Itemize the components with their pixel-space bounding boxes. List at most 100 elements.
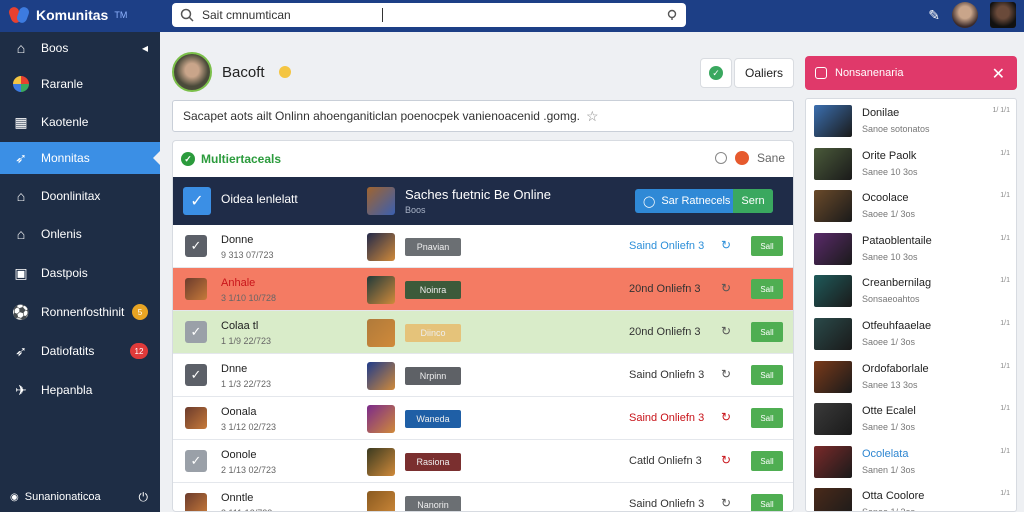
game-tag[interactable]: Nanorin	[405, 496, 461, 511]
friend-list-item[interactable]: Orite Paolk Sanee 10 3os 1/1	[806, 142, 1016, 185]
sidebar-item-datiofatits[interactable]: ➶ Datiofatits 12	[0, 335, 160, 367]
sidebar-footer[interactable]: ◉ Sunanionaticoa ⏻	[0, 482, 160, 512]
table-row[interactable]: ✓ Dnne 1 1/3 22/723 Nrpinn Saind Onliefn 3 ↻ S…	[173, 354, 793, 397]
friend-avatar[interactable]	[814, 190, 852, 223]
status-input[interactable]: Sacapet aots ailt Onlinn ahoenganiticlan…	[172, 100, 794, 132]
sidebar-item-boos[interactable]: ⌂ Boos ◂	[0, 32, 160, 64]
search-bar[interactable]	[172, 3, 686, 27]
row-action-button[interactable]: Sall	[751, 494, 783, 511]
alert-icon[interactable]	[734, 151, 749, 165]
sidebar-item-hepanbla[interactable]: ✈ Hepanbla	[0, 374, 160, 406]
game-thumbnail[interactable]	[367, 362, 395, 390]
friend-list-item[interactable]: Ocolelata Sanen 1/ 3os 1/1	[806, 440, 1016, 483]
alert-banner[interactable]: Nonsanenaria ✕	[805, 56, 1017, 90]
confirm-button[interactable]: ✓	[700, 58, 732, 88]
search-input[interactable]	[202, 8, 658, 22]
friend-status: Sanee 10 3os	[862, 251, 918, 262]
sidebar-item-kaotenle[interactable]: ▦ Kaotenle	[0, 106, 160, 138]
game-thumbnail[interactable]	[367, 319, 395, 347]
table-row[interactable]: Oonala 3 1/12 02/723 Waneda Saind Onliefn 3…	[173, 397, 793, 440]
select-all-checkbox[interactable]: ✓	[183, 187, 211, 215]
row-action-button[interactable]: Sall	[751, 451, 783, 471]
friend-avatar[interactable]	[814, 318, 852, 350]
table-row[interactable]: Onntle 3 111 12/723 Nanorin Saind Onliefn 3…	[173, 483, 793, 511]
row-checkbox[interactable]: ✓	[185, 364, 207, 386]
friend-list-item[interactable]: Pataoblentaile Sanee 10 3os 1/1	[806, 227, 1016, 270]
others-button[interactable]: Oaliers	[734, 58, 794, 88]
table-row[interactable]: ✓ Colaa tl 1 1/9 22/723 Diinco 20nd Onliefn …	[173, 311, 793, 354]
friend-list-item[interactable]: Ocoolace Saoee 1/ 3os 1/1	[806, 184, 1016, 227]
friend-list-item[interactable]: Otta Coolore Sanee 1/ 3os 1/1	[806, 482, 1016, 511]
friend-list-item[interactable]: Otfeuhfaaelae Saoee 1/ 3os 1/1	[806, 312, 1016, 355]
panel-action-label[interactable]: Sane	[757, 151, 785, 165]
refresh-icon[interactable]: ↻	[721, 453, 731, 467]
table-row[interactable]: ✓ Donne 9 313 07/723 Pnavian Saind Onliefn 3…	[173, 225, 793, 268]
refresh-icon[interactable]: ↻	[721, 238, 731, 252]
app-logo[interactable]: Komunitas TM	[7, 4, 127, 26]
game-tag[interactable]: Rasiona	[405, 453, 461, 471]
rocket-icon: ➶	[15, 342, 27, 359]
user-avatar[interactable]	[952, 2, 978, 28]
row-action-button[interactable]: Sall	[751, 322, 783, 342]
friend-list-item[interactable]: Donilae Sanoe sotonatos 1/ 1/1	[806, 99, 1016, 142]
close-icon[interactable]: ✕	[992, 64, 1005, 84]
secondary-avatar[interactable]	[990, 2, 1016, 28]
power-icon[interactable]: ⏻	[139, 490, 149, 505]
header-action-green[interactable]: Sern	[733, 189, 773, 213]
row-checkbox[interactable]	[185, 407, 207, 429]
sidebar-item-monnitas[interactable]: ➶ Monnitas	[0, 142, 160, 174]
notification-icon[interactable]: ✎	[928, 7, 940, 24]
row-checkbox[interactable]: ✓	[185, 321, 207, 343]
game-thumbnail[interactable]	[367, 187, 395, 215]
sidebar-item-ronnenfosthinit[interactable]: ⚽ Ronnenfosthinit 5	[0, 296, 160, 328]
header-action-button[interactable]: ◯ Sar Ratnecels Sern	[635, 189, 773, 213]
refresh-icon[interactable]: ↻	[721, 496, 731, 510]
friend-avatar[interactable]	[814, 445, 852, 478]
row-action-button[interactable]: Sall	[751, 365, 783, 385]
game-tag[interactable]: Pnavian	[405, 238, 461, 256]
friend-avatar[interactable]	[814, 147, 852, 180]
row-checkbox[interactable]	[185, 278, 207, 300]
game-tag[interactable]: Noinra	[405, 281, 461, 299]
game-thumbnail[interactable]	[367, 233, 395, 261]
row-checkbox[interactable]: ✓	[185, 450, 207, 472]
friend-avatar[interactable]	[814, 403, 852, 436]
sidebar-item-dastpois[interactable]: ▣ Dastpois	[0, 257, 160, 289]
info-icon[interactable]	[714, 152, 727, 164]
friend-avatar[interactable]	[814, 105, 852, 137]
friend-avatar[interactable]	[814, 232, 852, 265]
row-action-button[interactable]: Sall	[751, 236, 783, 256]
friend-list-item[interactable]: Creanbernilag Sonsaeoahtos 1/1	[806, 269, 1016, 312]
refresh-icon[interactable]: ↻	[721, 324, 731, 338]
friend-avatar[interactable]	[814, 275, 852, 308]
sidebar-item-doonlinitax[interactable]: ⌂ Doonlinitax	[0, 180, 160, 212]
refresh-icon[interactable]: ↻	[721, 410, 731, 424]
game-thumbnail[interactable]	[367, 276, 395, 304]
row-checkbox[interactable]	[185, 493, 207, 511]
table-row[interactable]: ✓ Oonole 2 1/13 02/723 Rasiona Catld Onliefn…	[173, 440, 793, 483]
game-tag[interactable]: Waneda	[405, 410, 461, 428]
sidebar-item-onlenis[interactable]: ⌂ Onlenis	[0, 218, 160, 250]
refresh-icon[interactable]: ↻	[721, 367, 731, 381]
sidebar-item-raranle[interactable]: Raranle	[0, 68, 160, 100]
mic-icon[interactable]	[666, 9, 678, 21]
friend-list-item[interactable]: Ordofaborlale Sanee 13 3os 1/1	[806, 355, 1016, 398]
profile-avatar[interactable]	[172, 52, 212, 92]
row-checkbox[interactable]: ✓	[185, 235, 207, 257]
table-row[interactable]: Anhale 3 1/10 10/728 Noinra 20nd Onliefn 3 ↻…	[173, 268, 793, 311]
star-icon[interactable]: ☆	[586, 108, 599, 125]
profile-header: Bacoft	[172, 52, 291, 92]
game-tag[interactable]: Nrpinn	[405, 367, 461, 385]
friend-avatar[interactable]	[814, 360, 852, 393]
friend-list-item[interactable]: Otte Ecalel Sanee 1/ 3os 1/1	[806, 397, 1016, 440]
smile-icon	[278, 66, 291, 78]
game-tag[interactable]: Diinco	[405, 324, 461, 342]
row-action-button[interactable]: Sall	[751, 279, 783, 299]
row-action-button[interactable]: Sall	[751, 408, 783, 428]
game-thumbnail[interactable]	[367, 491, 395, 511]
refresh-icon[interactable]: ↻	[721, 281, 731, 295]
friend-avatar[interactable]	[814, 488, 852, 511]
game-thumbnail[interactable]	[367, 448, 395, 476]
game-thumbnail[interactable]	[367, 405, 395, 433]
collapse-icon[interactable]: ◂	[142, 41, 148, 55]
